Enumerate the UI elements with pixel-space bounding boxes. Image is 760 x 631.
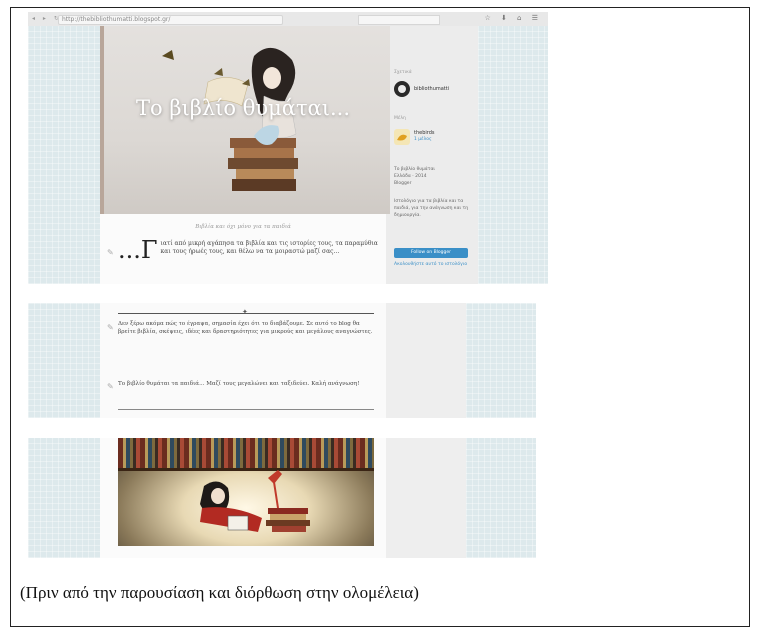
blog-screenshot-bottom	[28, 438, 536, 558]
ornament-icon: ✦	[242, 308, 248, 316]
girl-reading-illustration	[162, 47, 298, 191]
profile-username[interactable]: bibliothumatti	[414, 86, 449, 92]
sidebar-column	[386, 26, 478, 284]
sidebar-column	[386, 438, 466, 558]
section-divider	[118, 409, 374, 410]
post-paragraph: Το βιβλίο θυμάται τα παιδιά... Μαζί τους…	[118, 381, 360, 387]
sidebar-info-line: Ελλάδα · 2014	[394, 174, 427, 179]
toolbar-icons[interactable]: ☆ ⬇ ⌂ ☰	[484, 14, 542, 22]
follow-note[interactable]: Ακολουθήστε αυτό το ιστολόγιο	[394, 261, 478, 268]
library-illustration	[118, 438, 374, 546]
pencil-icon: ✎	[107, 248, 114, 257]
browser-search-input[interactable]	[358, 15, 440, 25]
address-bar[interactable]: http://thebibliothumatti.blogspot.gr/	[58, 15, 283, 25]
blog-screenshot-top: Το βιβλίο θυμάται... Βιβλία και όχι μόνο…	[28, 26, 548, 284]
follower-name[interactable]: thebirds	[414, 130, 435, 136]
blog-tagline: Βιβλία και όχι μόνο για τα παιδιά	[195, 224, 291, 230]
bird-icon	[397, 134, 407, 141]
blog-screenshot-middle: ✦ ✎ Δεν ξέρω ακόμα πώς το έγραψα, σημασί…	[28, 303, 536, 418]
browser-toolbar: ◂ ▸ ↻ http://thebibliothumatti.blogspot.…	[28, 12, 548, 27]
sidebar-info: Το βιβλίο θυμάται Ελλάδα · 2014 Blogger	[394, 166, 474, 187]
intro-quote: ...Γ ιατί από μικρή αγάπησα τα βιβλία κα…	[118, 236, 380, 264]
figure-caption: (Πριν από την παρουσίαση και διόρθωση στ…	[20, 583, 419, 602]
follower-avatar[interactable]	[394, 129, 410, 145]
blog-title[interactable]: Το βιβλίο θυμάται...	[136, 96, 386, 120]
pencil-icon: ✎	[107, 382, 114, 391]
intro-quote-text: ιατί από μικρή αγάπησα τα βιβλία και τις…	[160, 240, 378, 255]
sidebar-label-followers: Μέλη	[394, 116, 406, 121]
pencil-icon: ✎	[107, 323, 114, 332]
girl-with-lamp-illustration	[200, 470, 310, 532]
sidebar-column	[386, 303, 466, 418]
follower-count[interactable]: 1 μέλος	[414, 137, 432, 142]
sidebar-description: Ιστολόγιο για τα βιβλία και τα παιδιά, γ…	[394, 199, 469, 218]
sidebar-info-line: Blogger	[394, 181, 412, 186]
post-paragraph: Δεν ξέρω ακόμα πώς το έγραψα, σημασία έχ…	[118, 321, 373, 335]
follow-button[interactable]: Follow on Blogger	[394, 248, 468, 258]
sidebar-info-line: Το βιβλίο θυμάται	[394, 167, 435, 172]
sidebar-label-about: Σχετικά	[394, 70, 412, 75]
dropcap: ...Γ	[118, 236, 158, 264]
profile-avatar[interactable]	[394, 81, 410, 97]
header-image: Το βιβλίο θυμάται...	[100, 26, 390, 214]
